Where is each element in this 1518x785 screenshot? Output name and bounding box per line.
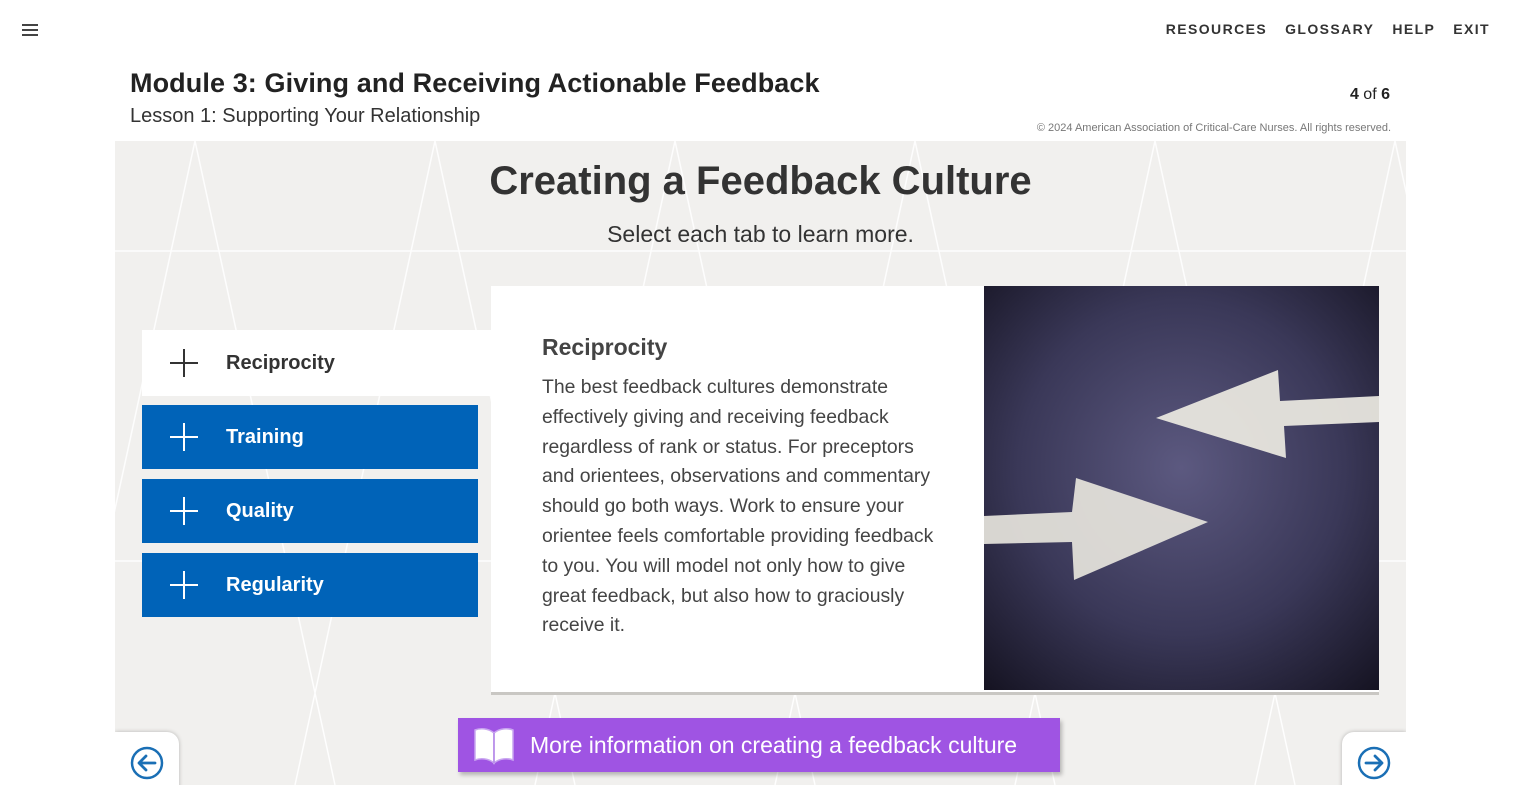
panel-body: The best feedback cultures demonstrate e…: [542, 376, 934, 637]
tab-label: Quality: [226, 499, 294, 522]
tab-list: Reciprocity Training Quality Regularity: [142, 330, 491, 627]
page-total: 6: [1381, 86, 1390, 103]
panel-heading: Reciprocity: [542, 334, 668, 360]
nav-exit-link[interactable]: EXIT: [1453, 21, 1490, 37]
tab-quality[interactable]: Quality: [142, 479, 478, 543]
page-current: 4: [1349, 86, 1359, 103]
panel-text: Reciprocity The best feedback cultures d…: [542, 334, 942, 641]
tab-label: Reciprocity: [226, 351, 335, 374]
top-nav: RESOURCES GLOSSARY HELP EXIT: [1166, 21, 1490, 37]
previous-page-button[interactable]: [115, 732, 179, 785]
nav-help-link[interactable]: HELP: [1392, 21, 1435, 37]
module-title: Module 3: Giving and Receiving Actionabl…: [130, 68, 820, 98]
tab-content-panel: Reciprocity The best feedback cultures d…: [491, 286, 1379, 692]
content-stage: Creating a Feedback Culture Select each …: [115, 141, 1406, 785]
stage-subtitle: Select each tab to learn more.: [607, 221, 914, 247]
tab-label: Training: [226, 425, 304, 448]
stage-title: Creating a Feedback Culture: [489, 159, 1032, 203]
next-page-button[interactable]: [1342, 732, 1406, 785]
open-book-icon: [458, 725, 530, 765]
opposing-arrows-image: [984, 286, 1379, 690]
tab-regularity[interactable]: Regularity: [142, 553, 478, 617]
plus-icon: [142, 421, 226, 453]
plus-icon: [142, 347, 226, 379]
hamburger-menu-icon[interactable]: [22, 24, 44, 40]
tab-reciprocity[interactable]: Reciprocity: [142, 330, 491, 396]
nav-resources-link[interactable]: RESOURCES: [1166, 21, 1267, 37]
copyright-notice: © 2024 American Association of Critical-…: [1036, 122, 1391, 134]
tab-label: Regularity: [226, 573, 324, 596]
plus-icon: [142, 495, 226, 527]
arrow-right-circle-icon: [1357, 746, 1391, 785]
nav-glossary-link[interactable]: GLOSSARY: [1285, 21, 1374, 37]
more-info-label: More information on creating a feedback …: [530, 731, 1018, 758]
tab-training[interactable]: Training: [142, 405, 478, 469]
plus-icon: [142, 569, 226, 601]
page-counter: 4 of 6: [1350, 86, 1390, 104]
more-info-button[interactable]: More information on creating a feedback …: [458, 718, 1060, 772]
lesson-title: Lesson 1: Supporting Your Relationship: [130, 105, 481, 127]
page-of: of: [1363, 86, 1377, 103]
arrow-left-circle-icon: [130, 746, 164, 785]
